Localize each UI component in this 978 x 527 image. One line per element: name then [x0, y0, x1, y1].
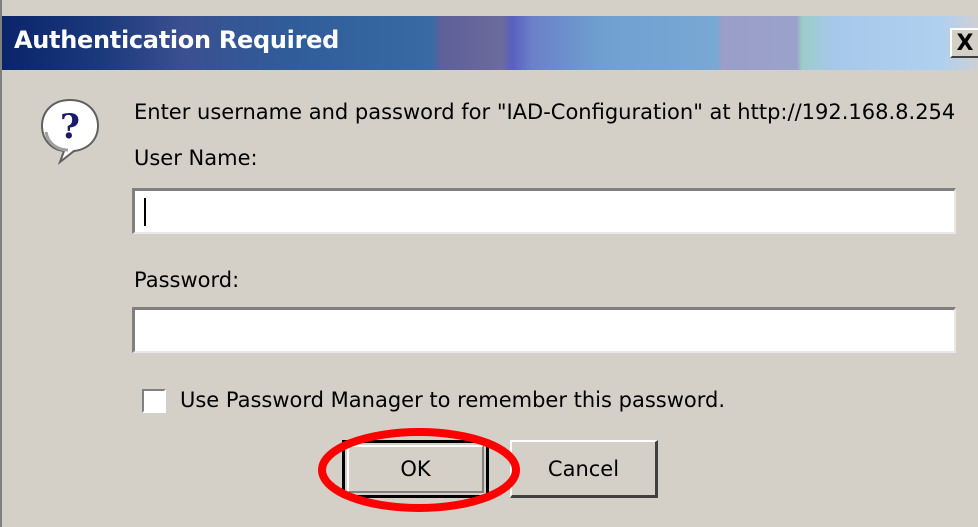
ok-button[interactable]: OK [342, 440, 489, 498]
question-balloon-icon: ? [40, 98, 100, 165]
cancel-button[interactable]: Cancel [510, 440, 658, 498]
cancel-button-label: Cancel [547, 456, 620, 481]
svg-text:?: ? [60, 107, 80, 147]
password-input[interactable] [132, 307, 956, 353]
remember-password-checkbox[interactable] [142, 389, 166, 413]
close-button[interactable]: X [950, 28, 978, 58]
prompt-message: Enter username and password for "IAD-Con… [134, 100, 956, 124]
username-input[interactable] [132, 188, 956, 234]
dialog-title: Authentication Required [14, 26, 339, 54]
remember-password-label: Use Password Manager to remember this pa… [180, 388, 726, 412]
close-icon: X [956, 30, 974, 56]
ok-button-label: OK [400, 457, 431, 481]
username-label: User Name: [134, 146, 258, 170]
title-bar[interactable]: Authentication Required X [2, 16, 978, 70]
text-cursor [144, 198, 146, 226]
password-label: Password: [134, 268, 240, 292]
auth-dialog: Authentication Required X ? Enter userna… [0, 0, 978, 527]
